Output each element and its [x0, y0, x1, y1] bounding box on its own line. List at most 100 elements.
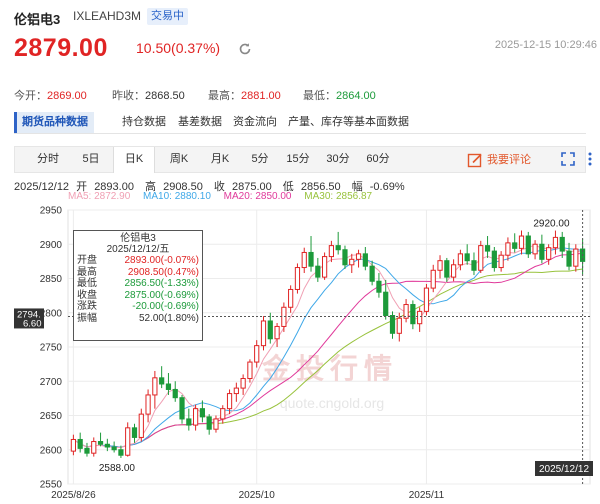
more-options-icon[interactable]: [587, 152, 593, 166]
crosshair-date-label: 2025/12/12: [539, 464, 589, 475]
tooltip-row-open: 开盘 2893.00(-0.07%): [77, 255, 199, 266]
candle-body: [193, 408, 199, 426]
candle-body: [410, 304, 416, 325]
candle-body: [199, 408, 205, 418]
tooltip-title: 伦铝电3: [120, 233, 156, 244]
candle-body: [165, 383, 172, 390]
tab-position-data[interactable]: 持仓数据: [116, 112, 172, 133]
candle-body: [457, 253, 463, 266]
tab-fundamentals[interactable]: 产量、库存等基本面数据: [282, 112, 415, 133]
x-tick-label: 2025/10: [239, 490, 276, 501]
candle-body: [226, 393, 233, 410]
y-tick-label: 2650: [40, 411, 63, 422]
candle-body: [437, 260, 443, 271]
candle-body: [566, 250, 572, 267]
candle-body: [396, 317, 402, 334]
y-tick-label: 2750: [40, 343, 63, 354]
stat-open: 今开：2869.00: [14, 90, 87, 102]
tab-15min[interactable]: 15分: [281, 147, 315, 172]
period-tabs: 分时 5日 日K 周K 月K 5分 15分 30分 60分 我要评论: [14, 146, 592, 173]
candle-body: [362, 253, 368, 267]
candle-body: [213, 418, 219, 430]
candle-body: [138, 413, 144, 438]
watermark-logo-text: 金投行情: [261, 352, 398, 384]
candle-body: [206, 416, 212, 430]
candle-body: [532, 243, 538, 255]
tab-60min[interactable]: 60分: [361, 147, 395, 172]
tab-fund-flow[interactable]: 资金流向: [227, 112, 283, 133]
last-price: 2879.00: [14, 34, 108, 62]
candle-body: [423, 287, 430, 312]
candle-body: [118, 449, 124, 456]
candle-body: [97, 441, 104, 445]
comment-label: 我要评论: [487, 154, 531, 166]
candle-body: [389, 314, 396, 334]
candle-body: [233, 387, 239, 395]
candle-body: [376, 280, 382, 293]
candle-body: [546, 247, 552, 260]
candle-body: [308, 251, 314, 267]
high-annotation: 2920.00: [533, 219, 570, 230]
candle-body: [159, 377, 165, 385]
watermark-url: quote.cngold.org: [280, 395, 384, 411]
tooltip-row-amplitude: 振幅 52.00(1.80%): [77, 312, 199, 324]
candle-body: [131, 427, 138, 438]
instrument-name: 伦铝电3: [14, 12, 61, 27]
candle-body: [186, 418, 192, 426]
candle-body: [512, 242, 518, 249]
x-tick-label: 2025/8/26: [51, 490, 96, 501]
candle-body: [77, 438, 83, 449]
candle-body: [172, 388, 178, 399]
candle-body: [417, 310, 423, 325]
tab-monthly-k[interactable]: 月K: [201, 147, 239, 172]
candle-body: [552, 236, 559, 249]
candle-body: [383, 291, 389, 316]
candle-body: [525, 235, 531, 255]
fullscreen-icon[interactable]: [561, 152, 575, 166]
quote-header: 伦铝电3 IXLEAHD3M 交易中 2879.00 10.50(0.37%) …: [0, 0, 600, 72]
tab-intraday[interactable]: 分时: [29, 147, 67, 172]
candle-body: [70, 438, 76, 452]
tab-5min[interactable]: 5分: [245, 147, 275, 172]
data-category-tabs: 期货品种数据 持仓数据 基差数据 资金流向 产量、库存等基本面数据: [14, 112, 586, 134]
comment-button[interactable]: 我要评论: [467, 151, 531, 169]
candle-body: [573, 248, 579, 267]
candle-body: [247, 361, 253, 380]
tab-futures-data[interactable]: 期货品种数据: [14, 112, 94, 133]
tooltip-row-high: 最高 2908.50(0.47%): [77, 266, 199, 278]
candle-body: [478, 245, 484, 271]
candle-body: [539, 243, 545, 260]
candle-body: [349, 258, 355, 266]
edit-icon: [467, 153, 482, 168]
candle-body: [444, 260, 450, 278]
y-tick-label: 2850: [40, 274, 63, 285]
ohlc-date: 2025/12/12: [14, 181, 70, 193]
candle-body: [145, 394, 151, 415]
tab-5day[interactable]: 5日: [75, 147, 107, 172]
tab-daily-k[interactable]: 日K: [113, 147, 155, 173]
y-tick-label: 2700: [40, 377, 63, 388]
tooltip-row-close: 收盘 2875.00(-0.69%): [77, 289, 199, 301]
candle-body: [260, 320, 267, 347]
candle-body: [369, 265, 375, 282]
price-change: 10.50(0.37%): [136, 40, 221, 56]
candle-body: [267, 320, 273, 340]
tab-weekly-k[interactable]: 周K: [161, 147, 197, 172]
candle-body: [328, 245, 334, 258]
tab-30min[interactable]: 30分: [321, 147, 355, 172]
candle-body: [484, 245, 491, 252]
y-tick-label: 2900: [40, 240, 63, 251]
candle-body: [220, 408, 226, 420]
stat-prev-close: 昨收：2868.50: [112, 90, 185, 102]
price-stats: 今开：2869.00 昨收：2868.50 最高：2881.00 最低：2864…: [0, 87, 600, 103]
refresh-icon[interactable]: [238, 42, 252, 56]
candle-body: [91, 441, 97, 454]
tab-basis-data[interactable]: 基差数据: [172, 112, 228, 133]
tooltip-date: 2025/12/12/五: [106, 244, 170, 255]
candle-body: [315, 265, 321, 278]
low-annotation: 2588.00: [99, 463, 136, 474]
x-tick-label: 2025/11: [409, 490, 445, 501]
candle-body: [430, 269, 436, 289]
y-tick-label: 2550: [40, 480, 63, 491]
candle-body: [125, 427, 131, 456]
